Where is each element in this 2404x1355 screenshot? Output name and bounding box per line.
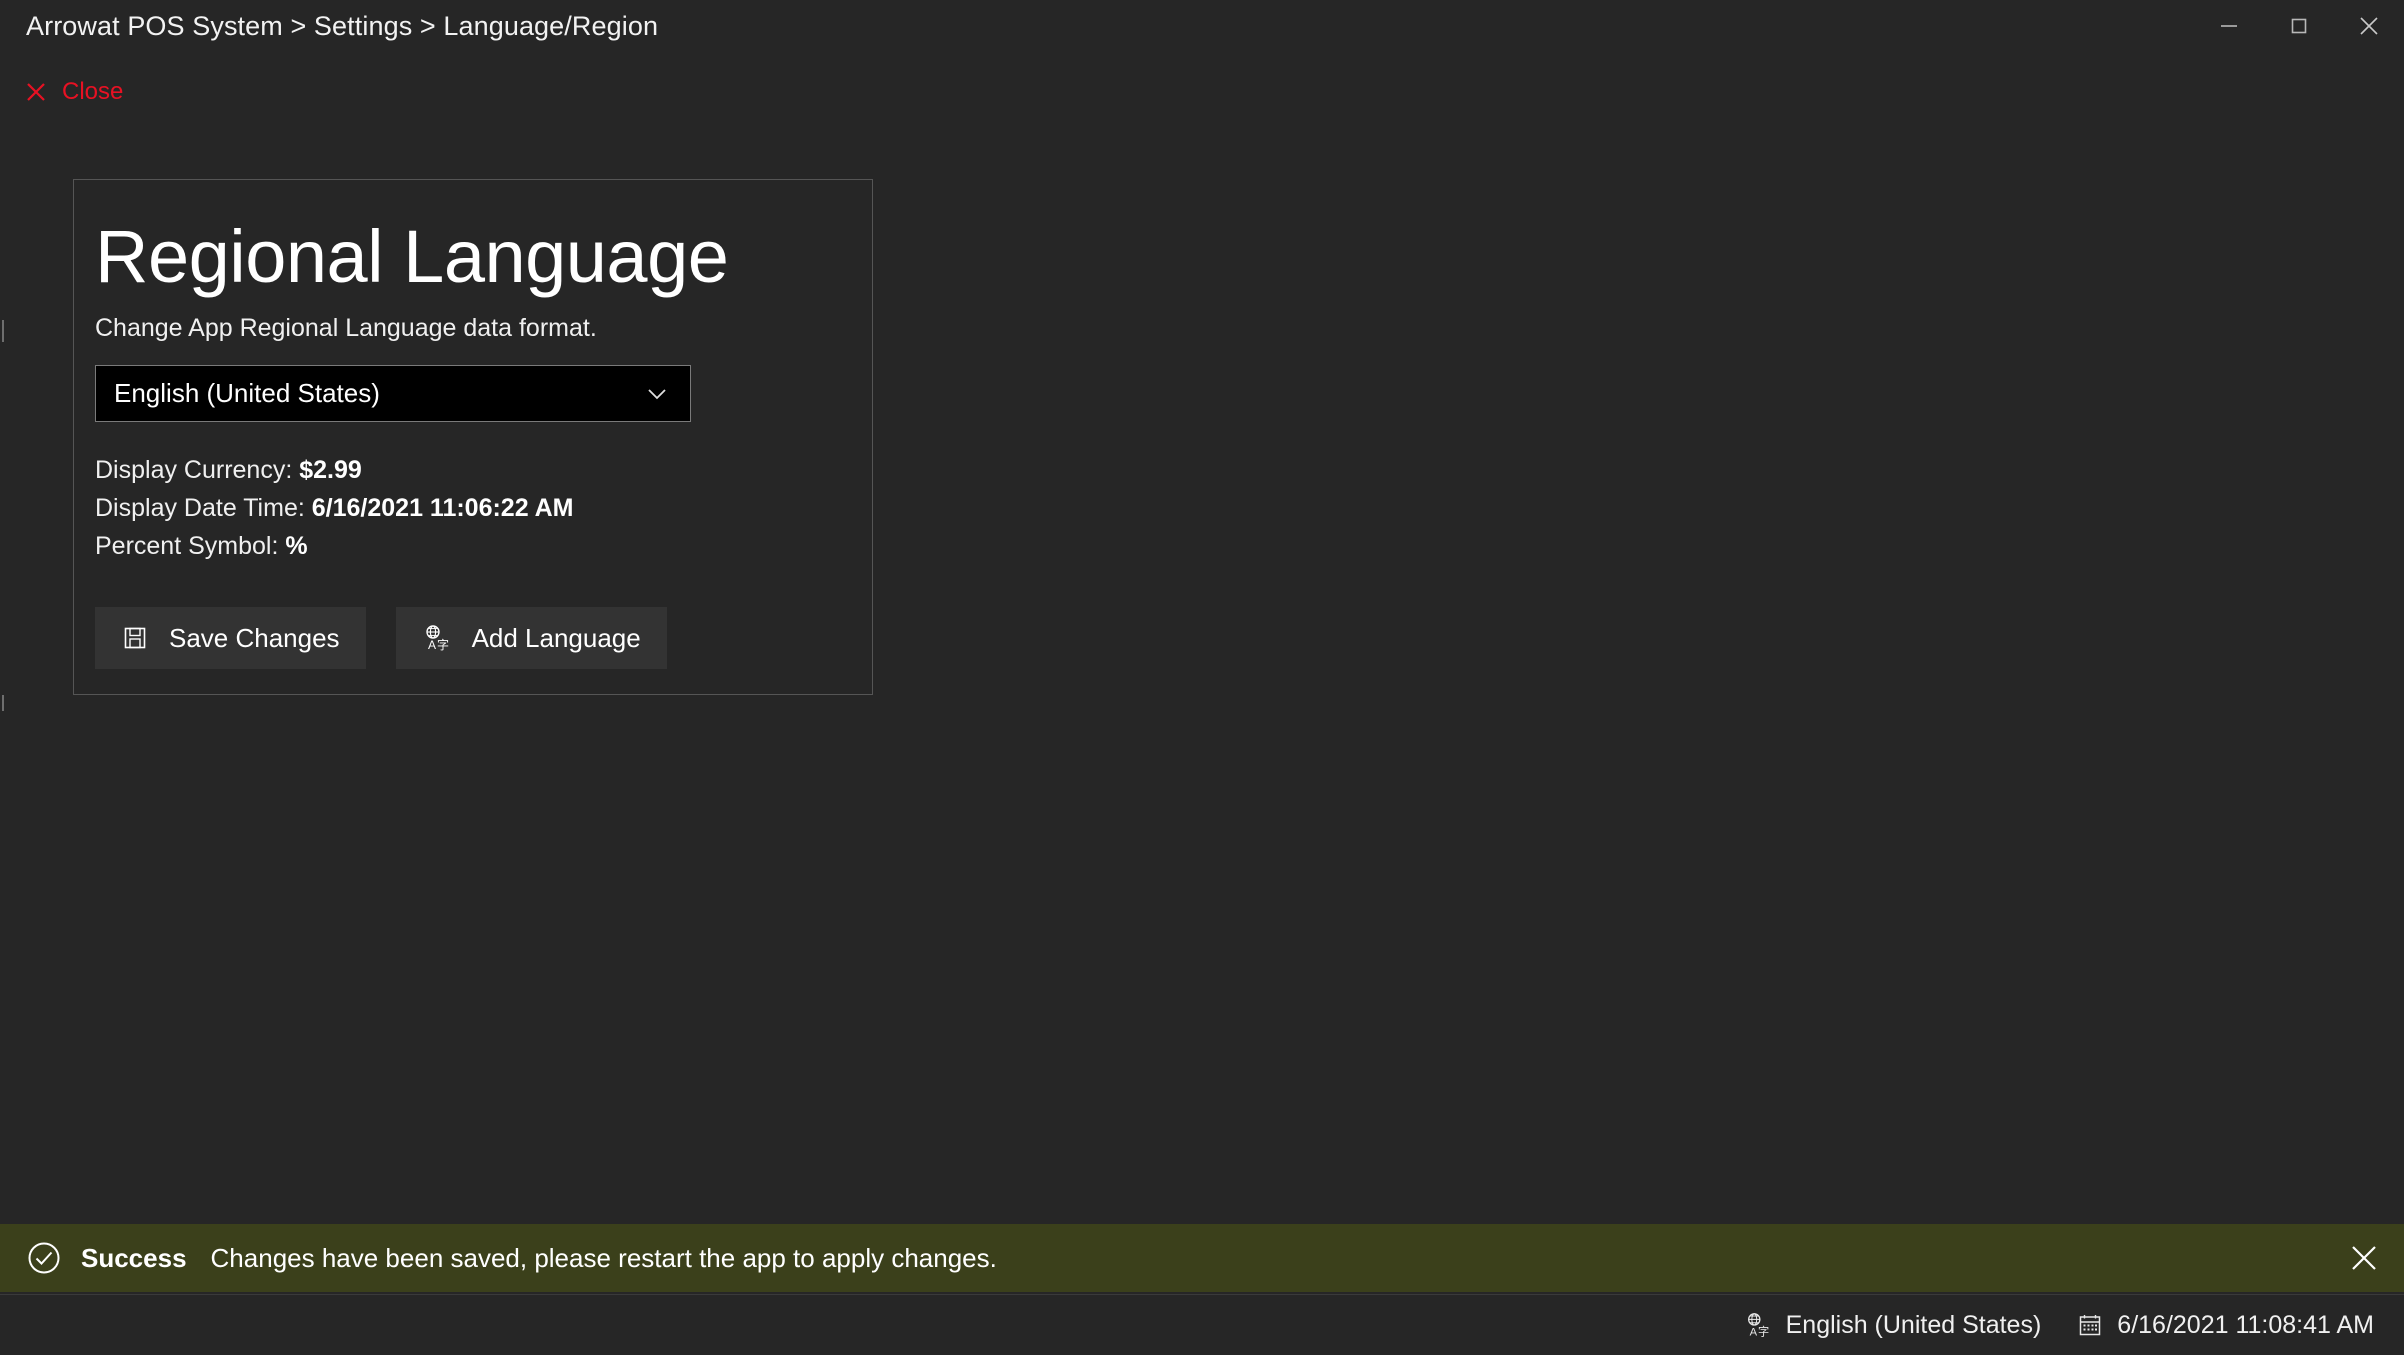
language-select[interactable]: English (United States) [95,365,691,422]
page-title: Regional Language [95,215,729,298]
window-close-button[interactable] [2334,0,2404,52]
display-datetime-line: Display Date Time: 6/16/2021 11:06:22 AM [95,489,872,527]
success-notification: Success Changes have been saved, please … [0,1224,2404,1292]
display-datetime-label: Display Date Time: [95,494,312,522]
status-language[interactable]: A 字 English (United States) [1744,1310,2042,1340]
status-datetime[interactable]: 6/16/2021 11:08:41 AM [2077,1311,2374,1340]
language-globe-icon: A 字 [422,623,452,653]
svg-text:A: A [1749,1326,1757,1338]
scroll-tick-bottom [2,695,4,711]
display-currency-label: Display Currency: [95,456,300,484]
check-circle-icon [25,1239,63,1277]
display-datetime-value: 6/16/2021 11:06:22 AM [311,494,574,522]
percent-symbol-value: % [285,532,308,560]
language-globe-icon: A 字 [1744,1311,1772,1339]
format-preview: Display Currency: $2.99 Display Date Tim… [95,451,872,565]
language-select-value: English (United States) [114,378,380,408]
close-x-icon [24,80,48,104]
title-bar: Arrowat POS System > Settings > Language… [0,0,2404,52]
close-button[interactable]: Close [0,78,123,106]
status-datetime-label: 6/16/2021 11:08:41 AM [2117,1310,2374,1339]
svg-text:字: 字 [437,637,449,652]
add-language-label: Add Language [471,622,641,653]
status-bar: A 字 English (United States) 6/16/2021 11… [0,1294,2404,1355]
percent-symbol-line: Percent Symbol: % [95,527,872,565]
chevron-down-icon [642,379,672,409]
save-changes-label: Save Changes [169,622,340,653]
save-changes-button[interactable]: Save Changes [95,607,366,669]
card-actions: Save Changes A 字 Add Language [95,607,872,669]
window-controls [2194,0,2404,52]
success-content: Success Changes have been saved, please … [0,1239,2324,1277]
svg-text:字: 字 [1758,1324,1769,1338]
scroll-tick-top [2,320,4,342]
svg-text:A: A [428,638,436,652]
status-language-label: English (United States) [1785,1310,2042,1339]
percent-symbol-label: Percent Symbol: [95,532,286,560]
display-currency-line: Display Currency: $2.99 [95,451,872,489]
success-title: Success [81,1242,187,1273]
calendar-icon [2077,1312,2103,1338]
notification-close-button[interactable] [2324,1224,2404,1292]
success-message: Changes have been saved, please restart … [210,1242,997,1273]
maximize-button[interactable] [2264,0,2334,52]
page-subtitle: Change App Regional Language data format… [95,314,597,342]
save-floppy-icon [121,624,149,652]
minimize-button[interactable] [2194,0,2264,52]
command-bar: Close [0,72,2404,112]
breadcrumb: Arrowat POS System > Settings > Language… [26,11,659,41]
close-button-label: Close [62,78,124,105]
add-language-button[interactable]: A 字 Add Language [395,607,667,669]
regional-language-card: Regional Language Change App Regional La… [73,179,873,695]
display-currency-value: $2.99 [299,456,362,484]
